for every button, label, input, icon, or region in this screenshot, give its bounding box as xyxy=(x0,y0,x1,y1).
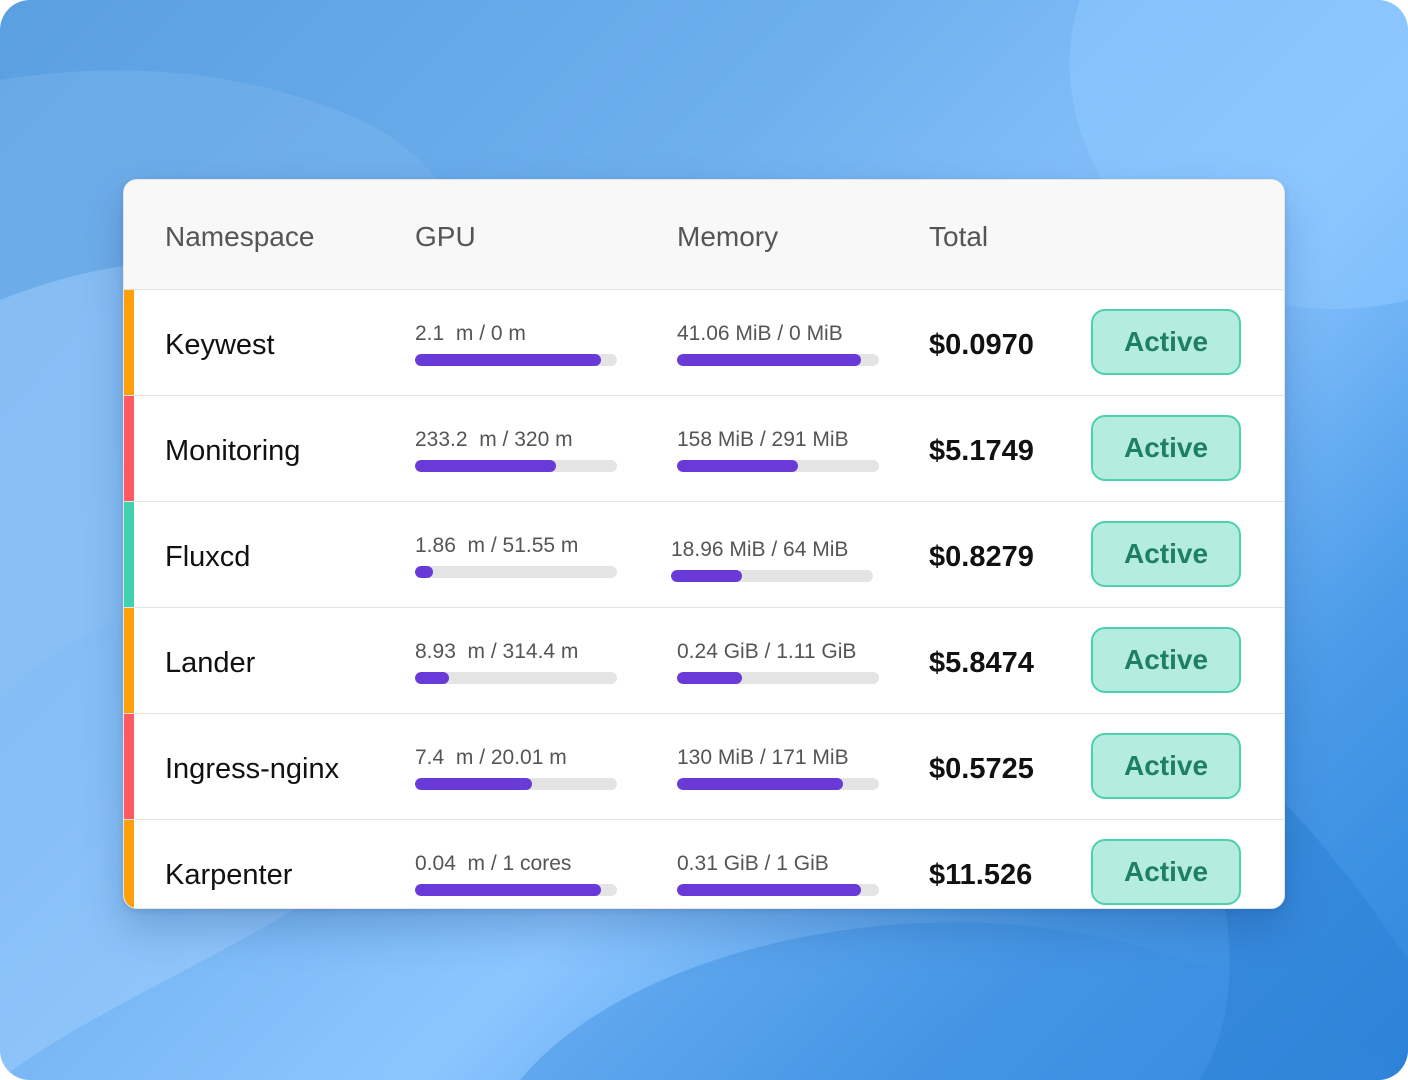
namespace-cost-table: Namespace GPU Memory Total Keywest 2.1 m … xyxy=(123,179,1285,909)
memory-usage-bar xyxy=(677,460,879,472)
total-cost: $11.526 xyxy=(929,859,1033,891)
total-cost: $0.5725 xyxy=(929,753,1034,785)
table-row: Fluxcd 1.86 m / 51.55 m 18.96 MiB / 64 MiB… xyxy=(124,502,1284,608)
gpu-usage-label: 233.2 m / 320 m xyxy=(415,428,573,451)
header-memory: Memory xyxy=(677,221,779,252)
status-active-button[interactable]: Active xyxy=(1091,309,1241,375)
status-active-button[interactable]: Active xyxy=(1091,839,1241,905)
gpu-usage-bar xyxy=(415,778,617,790)
status-active-button[interactable]: Active xyxy=(1091,415,1241,481)
table-row: Karpenter 0.04 m / 1 cores 0.31 GiB / 1 Gi… xyxy=(124,820,1284,908)
memory-usage-bar-fill xyxy=(677,354,861,366)
memory-usage-bar xyxy=(677,672,879,684)
memory-usage-bar-fill xyxy=(677,672,742,684)
memory-usage-label: 158 MiB / 291 MiB xyxy=(677,428,849,451)
gpu-usage-bar-fill xyxy=(415,884,601,896)
header-gpu: GPU xyxy=(415,221,476,252)
row-status-stripe xyxy=(124,290,134,395)
namespace-name: Karpenter xyxy=(165,859,293,891)
row-status-stripe xyxy=(124,608,134,713)
gpu-usage-bar xyxy=(415,566,617,578)
namespace-name: Ingress-nginx xyxy=(165,753,340,785)
gpu-usage-label: 1.86 m / 51.55 m xyxy=(415,534,579,557)
memory-usage-bar xyxy=(671,570,873,582)
gpu-usage-bar-fill xyxy=(415,566,434,578)
row-status-stripe xyxy=(124,714,134,819)
memory-usage-bar xyxy=(677,354,879,366)
gpu-usage-label: 2.1 m / 0 m xyxy=(415,322,526,345)
total-cost: $0.0970 xyxy=(929,329,1034,361)
gpu-usage-label: 0.04 m / 1 cores xyxy=(415,852,572,875)
gpu-usage-bar xyxy=(415,672,617,684)
memory-usage-bar-fill xyxy=(677,778,843,790)
row-status-stripe xyxy=(124,396,134,501)
row-status-stripe xyxy=(124,820,134,908)
table-row: Keywest 2.1 m / 0 m 41.06 MiB / 0 MiB $0.09… xyxy=(124,290,1284,396)
gpu-usage-bar-fill xyxy=(415,460,557,472)
memory-usage-label: 0.24 GiB / 1.11 GiB xyxy=(677,640,857,663)
status-active-button[interactable]: Active xyxy=(1091,733,1241,799)
namespace-name: Fluxcd xyxy=(165,541,251,573)
memory-usage-bar-fill xyxy=(677,460,799,472)
header-namespace: Namespace xyxy=(165,221,315,252)
status-active-button[interactable]: Active xyxy=(1091,627,1241,693)
gpu-usage-label: 8.93 m / 314.4 m xyxy=(415,640,579,663)
total-cost: $5.8474 xyxy=(929,647,1034,679)
gpu-usage-bar-fill xyxy=(415,354,601,366)
table-header: Namespace GPU Memory Total xyxy=(124,180,1284,290)
status-active-button[interactable]: Active xyxy=(1091,521,1241,587)
memory-usage-label: 130 MiB / 171 MiB xyxy=(677,746,849,769)
table-row: Ingress-nginx 7.4 m / 20.01 m 130 MiB / 17… xyxy=(124,714,1284,820)
memory-usage-bar xyxy=(677,778,879,790)
namespace-name: Keywest xyxy=(165,329,275,361)
gpu-usage-bar xyxy=(415,884,617,896)
memory-usage-bar xyxy=(677,884,879,896)
gpu-usage-bar xyxy=(415,354,617,366)
memory-usage-bar-fill xyxy=(671,570,742,582)
total-cost: $5.1749 xyxy=(929,435,1034,467)
memory-usage-label: 41.06 MiB / 0 MiB xyxy=(677,322,843,345)
header-total: Total xyxy=(929,221,989,252)
gpu-usage-bar xyxy=(415,460,617,472)
memory-usage-label: 18.96 MiB / 64 MiB xyxy=(671,538,849,561)
row-status-stripe xyxy=(124,502,134,607)
namespace-name: Monitoring xyxy=(165,435,301,467)
namespace-name: Lander xyxy=(165,647,256,679)
gpu-usage-label: 7.4 m / 20.01 m xyxy=(415,746,567,769)
table-row: Lander 8.93 m / 314.4 m 0.24 GiB / 1.11 Gi… xyxy=(124,608,1284,714)
page-background: Namespace GPU Memory Total Keywest 2.1 m … xyxy=(0,0,1408,1080)
table-row: Monitoring 233.2 m / 320 m 158 MiB / 291 M… xyxy=(124,396,1284,502)
gpu-usage-bar-fill xyxy=(415,778,533,790)
memory-usage-label: 0.31 GiB / 1 GiB xyxy=(677,852,829,875)
total-cost: $0.8279 xyxy=(929,541,1034,573)
gpu-usage-bar-fill xyxy=(415,672,450,684)
memory-usage-bar-fill xyxy=(677,884,861,896)
